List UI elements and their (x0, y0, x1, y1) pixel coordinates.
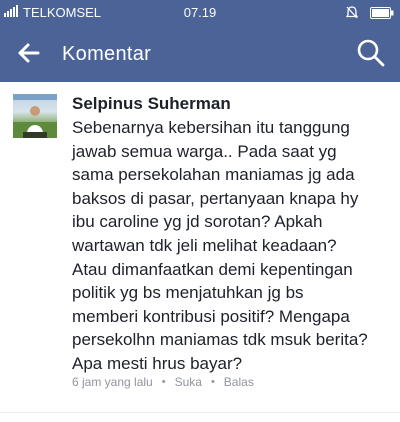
alarm-icon (345, 6, 359, 22)
avatar[interactable] (13, 94, 57, 138)
comment-text: Sebenarnya kebersihan itu tanggung jawab… (72, 118, 368, 373)
search-icon (356, 39, 386, 72)
status-right (345, 6, 394, 22)
separator-dot: • (161, 376, 166, 388)
arrow-left-icon (14, 43, 46, 72)
comment-meta: 6 jam yang lalu • Suka • Balas (72, 375, 254, 389)
separator-dot: • (210, 376, 215, 388)
status-bar: TELKOMSEL 07.19 (0, 0, 400, 24)
commenter-name[interactable]: Selpinus Suherman (72, 94, 231, 114)
back-button[interactable] (14, 38, 46, 68)
status-time: 07.19 (183, 5, 217, 20)
reply-button[interactable]: Balas (224, 375, 254, 389)
app-bar: Komentar (0, 24, 400, 82)
comment-item: Selpinus Suherman Sebenarnya kebersihan … (0, 82, 400, 422)
search-button[interactable] (356, 38, 386, 68)
comment-timestamp[interactable]: 6 jam yang lalu (72, 375, 153, 389)
avatar-photo (13, 94, 57, 138)
battery-icon (370, 6, 394, 22)
like-button[interactable]: Suka (175, 375, 202, 389)
page-title: Komentar (62, 43, 152, 65)
divider (0, 412, 400, 413)
